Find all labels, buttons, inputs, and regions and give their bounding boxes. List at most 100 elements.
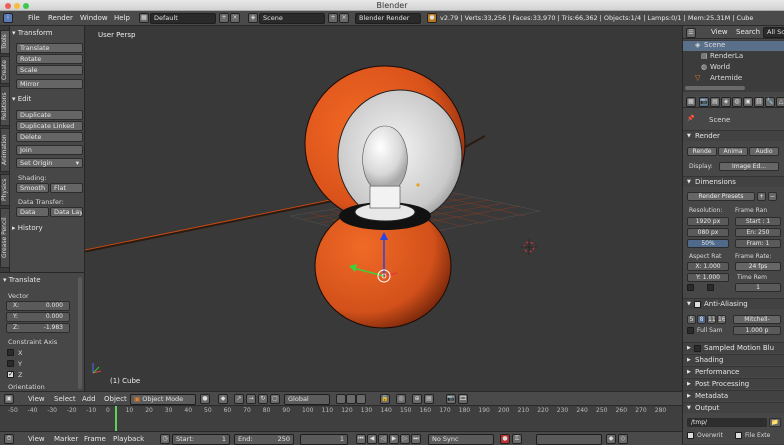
world-context-icon[interactable]: ◍ (732, 97, 742, 107)
resolution-x-field[interactable]: 1920 px (687, 217, 729, 226)
translate-button[interactable]: Translate (16, 43, 83, 53)
post-processing-panel-header[interactable]: ▶ Post Processing (683, 378, 784, 389)
timeline[interactable]: -50 -40 -30 -20 -10 0 10 20 30 40 50 60 70 80 90 100 110… (0, 405, 682, 432)
outliner-menu-search[interactable]: Search (736, 28, 760, 36)
keying-set-select[interactable] (536, 434, 602, 445)
render-animation-icon[interactable]: 🎞 (458, 394, 468, 404)
menu-add[interactable]: Add (82, 395, 96, 403)
set-origin-button[interactable]: Set Origin ▾ (16, 158, 83, 168)
light-bulb[interactable] (362, 125, 408, 187)
anti-aliasing-panel-header[interactable]: ▼ Anti-Aliasing (683, 298, 784, 309)
3d-cursor-icon[interactable] (521, 239, 537, 255)
render-animation-button[interactable]: Anima (718, 147, 748, 156)
record-icon[interactable]: ● (500, 434, 510, 444)
vector-z-field[interactable]: Z: -1.983 (6, 323, 70, 333)
object-context-icon[interactable]: ▣ (743, 97, 753, 107)
outliner-menu-view[interactable]: View (711, 28, 728, 36)
outliner-scrollbar[interactable] (685, 86, 745, 90)
insert-keyframe-icon[interactable]: ◆ (606, 434, 616, 444)
outliner-item-artemide[interactable]: ▽ Artemide (683, 74, 784, 84)
render-context-icon[interactable]: 📷 (699, 97, 709, 107)
tab-relations[interactable]: Relations (0, 86, 10, 126)
delete-button[interactable]: Delete (16, 132, 83, 142)
render-presets-select[interactable]: Render Presets (687, 192, 755, 201)
timeline-menu-playback[interactable]: Playback (113, 435, 144, 443)
scene-select[interactable]: Scene (259, 13, 325, 24)
pivot-point-icon[interactable]: ◆ (218, 394, 228, 404)
jump-start-icon[interactable]: ⏮ (356, 434, 366, 444)
menu-object[interactable]: Object (104, 395, 127, 403)
data-context-icon[interactable]: △ (776, 97, 784, 107)
lock-camera-icon[interactable]: 🔒 (380, 394, 390, 404)
aspect-y-field[interactable]: Y: 1.000 (687, 273, 729, 282)
metadata-panel-header[interactable]: ▶ Metadata (683, 390, 784, 401)
tab-create[interactable]: Create (0, 56, 10, 84)
shading-panel-header[interactable]: ▶ Shading (683, 354, 784, 365)
add-scene-icon[interactable]: + (328, 13, 338, 23)
remove-preset-icon[interactable]: − (768, 192, 777, 201)
output-panel-header[interactable]: ▼ Output (683, 402, 784, 413)
display-select[interactable]: Image Ed... (719, 162, 779, 171)
preview-range-icon[interactable]: ◷ (160, 434, 170, 444)
crop-checkbox[interactable] (707, 284, 714, 291)
border-checkbox[interactable] (687, 284, 694, 291)
outliner-editor-icon[interactable]: ☰ (686, 28, 696, 38)
editor-type-icon[interactable]: ▣ (4, 394, 14, 404)
layout-select[interactable]: Default (150, 13, 216, 24)
dimensions-panel-header[interactable]: ▼ Dimensions (683, 176, 784, 187)
duplicate-button[interactable]: Duplicate (16, 110, 83, 120)
frame-step-field[interactable]: Fram: 1 (735, 239, 781, 248)
minimize-window-icon[interactable] (14, 3, 20, 9)
data-button[interactable]: Data (16, 207, 49, 217)
render-engine-select[interactable]: Blender Render (355, 13, 421, 24)
render-audio-button[interactable]: Audio (749, 147, 779, 156)
prev-key-icon[interactable]: ◀ (367, 434, 377, 444)
timeline-menu-marker[interactable]: Marker (54, 435, 78, 443)
tab-tools[interactable]: Tools (0, 30, 10, 54)
outliner-item-renderlayers[interactable]: ▤ RenderLa (683, 52, 784, 62)
start-frame-field[interactable]: Start: 1 (172, 434, 230, 445)
render-layers-context-icon[interactable]: ▤ (710, 97, 720, 107)
info-editor-icon[interactable]: i (3, 13, 13, 23)
outliner-item-scene[interactable]: ◈ Scene (683, 41, 784, 51)
mirror-button[interactable]: Mirror (16, 79, 83, 89)
filter-size-field[interactable]: 1.000 p (733, 326, 781, 335)
constraints-context-icon[interactable]: ⛓ (754, 97, 764, 107)
layer-button-3[interactable] (356, 394, 366, 404)
layout-icon[interactable]: ▦ (139, 13, 149, 23)
remove-layout-icon[interactable]: × (230, 13, 240, 23)
output-path-field[interactable]: /tmp/ (687, 418, 767, 427)
next-key-icon[interactable]: ▷ (400, 434, 410, 444)
maximize-window-icon[interactable] (23, 3, 29, 9)
transform-panel-header[interactable]: ▾ Transform (12, 28, 83, 38)
vector-y-field[interactable]: Y: 0.000 (6, 312, 70, 322)
full-sample-checkbox[interactable] (687, 327, 694, 334)
manipulator-toggle-icon[interactable]: ↗ (234, 394, 244, 404)
tab-grease-pencil[interactable]: Grease Pencil (0, 208, 10, 268)
performance-panel-header[interactable]: ▶ Performance (683, 366, 784, 377)
anti-aliasing-checkbox[interactable] (694, 301, 701, 308)
menu-view[interactable]: View (28, 395, 45, 403)
render-still-button[interactable]: Rende (687, 147, 717, 156)
scale-button[interactable]: Scale (16, 65, 83, 75)
current-frame-marker[interactable] (115, 406, 117, 432)
file-extensions-checkbox[interactable] (735, 432, 742, 439)
play-reverse-icon[interactable]: ◁ (378, 434, 388, 444)
mode-select[interactable]: ▣ Object Mode (130, 394, 196, 405)
modifiers-context-icon[interactable]: 🔧 (765, 97, 775, 107)
scene-context-icon[interactable]: ◈ (721, 97, 731, 107)
timeline-menu-frame[interactable]: Frame (84, 435, 106, 443)
time-remap-field[interactable]: 1 (735, 283, 781, 292)
snap-icon[interactable]: ⊕ (412, 394, 422, 404)
frame-rate-select[interactable]: 24 fps (735, 262, 781, 271)
keying-set-icon[interactable]: ⚿ (512, 434, 522, 444)
browse-folder-icon[interactable]: 📁 (769, 418, 781, 427)
properties-editor-icon[interactable]: ▦ (686, 97, 696, 107)
remove-scene-icon[interactable]: × (339, 13, 349, 23)
aa-samples-5[interactable]: 5 (687, 315, 696, 324)
outliner-filter-select[interactable]: All Sce (763, 27, 784, 38)
aa-samples-16[interactable]: 16 (717, 315, 726, 324)
proportional-edit-icon[interactable]: ◎ (396, 394, 406, 404)
3d-viewport[interactable]: User Persp (1) Cube (85, 26, 682, 391)
viewport-shading-icon[interactable]: ● (200, 394, 210, 404)
